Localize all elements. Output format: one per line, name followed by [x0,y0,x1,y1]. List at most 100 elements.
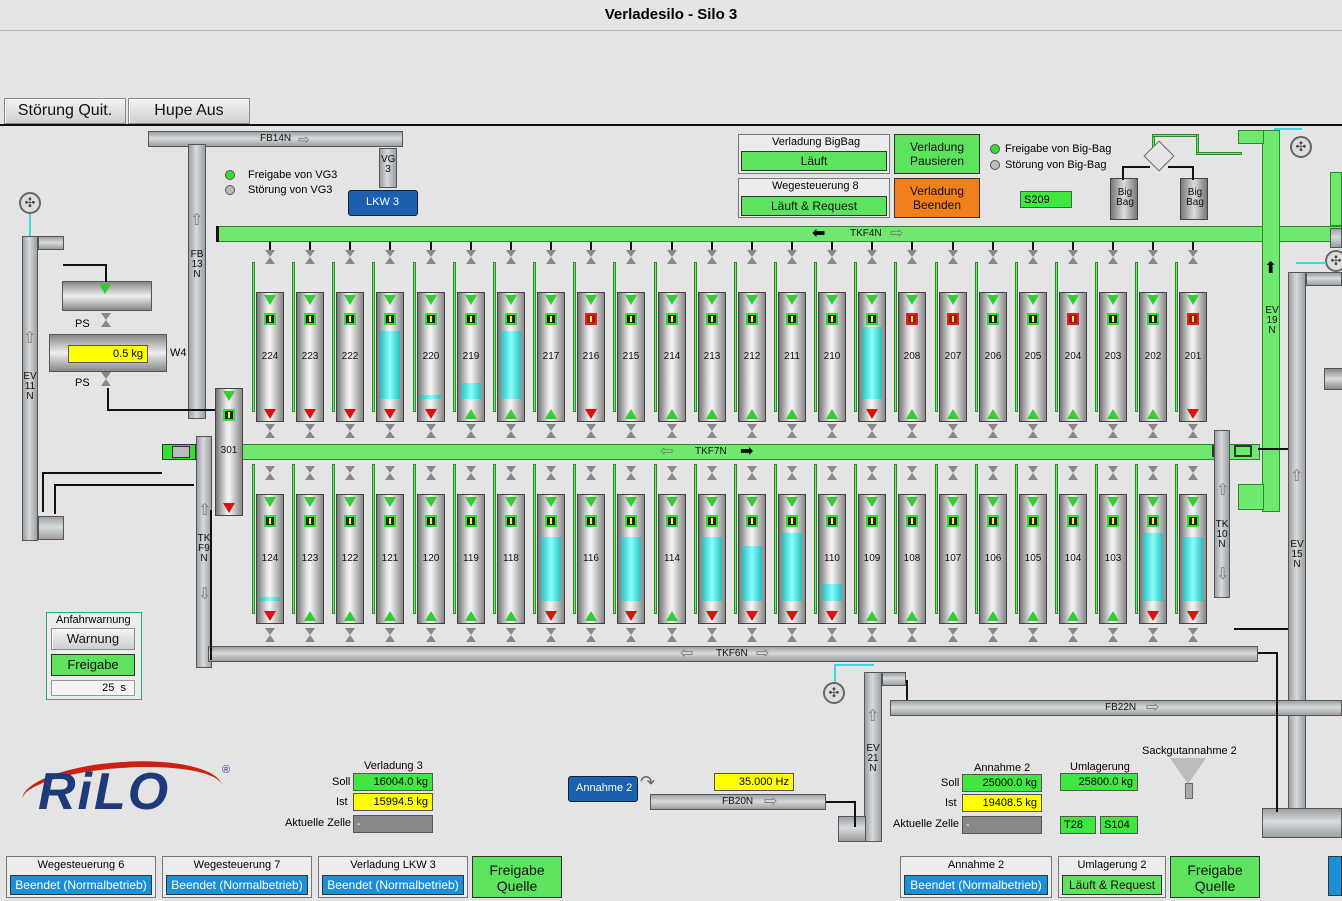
silo-outlet-valve[interactable] [907,628,917,642]
silo-inlet-valve[interactable] [1108,250,1118,264]
silo-123[interactable]: 123 [296,494,324,624]
silo-inlet-valve[interactable] [1028,466,1038,480]
silo-outlet-valve[interactable] [586,424,596,438]
silo-103[interactable]: 103 [1099,494,1127,624]
silo-outlet-valve[interactable] [305,628,315,642]
footer-release-source-right[interactable]: Freigabe Quelle [1170,856,1260,898]
silo-inlet-valve[interactable] [506,250,516,264]
silo-inlet-valve[interactable] [667,250,677,264]
silo-inlet-valve[interactable] [265,466,275,480]
silo-inlet-valve[interactable] [265,250,275,264]
conveyor-motor[interactable] [1234,445,1252,457]
silo-inlet-valve[interactable] [546,250,556,264]
silo-inlet-valve[interactable] [787,250,797,264]
silo-outlet-valve[interactable] [305,424,315,438]
silo-111[interactable]: 111 [778,494,806,624]
silo-inlet-valve[interactable] [867,250,877,264]
silo-inlet-valve[interactable] [305,250,315,264]
silo-outlet-valve[interactable] [265,628,275,642]
silo-inlet-valve[interactable] [1108,466,1118,480]
silo-207[interactable]: 207 [939,292,967,422]
conveyor-tkf4n[interactable] [218,226,1342,242]
acknowledge-fault-button[interactable]: Störung Quit. [4,98,126,124]
route8-status[interactable]: Läuft & Request [741,196,887,216]
silo-110[interactable]: 110 [818,494,846,624]
silo-outlet-valve[interactable] [1068,628,1078,642]
silo-113[interactable]: 113 [698,494,726,624]
silo-outlet-valve[interactable] [385,424,395,438]
silo-inlet-valve[interactable] [787,466,797,480]
silo-inlet-valve[interactable] [1188,466,1198,480]
scale-outlet-valve[interactable] [101,372,111,386]
silo-inlet-valve[interactable] [907,250,917,264]
silo-220[interactable]: 220 [417,292,445,422]
silo-122[interactable]: 122 [336,494,364,624]
funnel-icon[interactable] [1170,758,1206,784]
silo-inlet-valve[interactable] [747,250,757,264]
horn-off-button[interactable]: Hupe Aus [128,98,250,124]
silo-inlet-valve[interactable] [827,250,837,264]
silo-206[interactable]: 206 [979,292,1007,422]
silo-121[interactable]: 121 [376,494,404,624]
silo-outlet-valve[interactable] [506,424,516,438]
fan-icon[interactable]: ✣ [19,192,41,214]
fan-icon[interactable]: ✣ [1290,136,1312,158]
release-button[interactable]: Freigabe [51,654,135,676]
motor-icon[interactable] [1324,368,1342,390]
silo-outlet-valve[interactable] [345,628,355,642]
silo-inlet-valve[interactable] [586,466,596,480]
scale-inlet-valve[interactable] [101,313,111,327]
silo-outlet-valve[interactable] [1068,424,1078,438]
silo-210[interactable]: 210 [818,292,846,422]
silo-inlet-valve[interactable] [1148,466,1158,480]
silo-211[interactable]: 211 [778,292,806,422]
silo-outlet-valve[interactable] [667,424,677,438]
footer-panel-status[interactable]: Läuft & Request [1062,875,1162,895]
silo-inlet-valve[interactable] [907,466,917,480]
silo-117[interactable]: 117 [537,494,565,624]
silo-201[interactable]: 201 [1179,292,1207,422]
silo-213[interactable]: 213 [698,292,726,422]
silo-114[interactable]: 114 [658,494,686,624]
silo-inlet-valve[interactable] [426,466,436,480]
silo-115[interactable]: 115 [617,494,645,624]
silo-104[interactable]: 104 [1059,494,1087,624]
silo-inlet-valve[interactable] [1188,250,1198,264]
silo-301[interactable]: 301 [215,388,243,516]
silo-outlet-valve[interactable] [345,424,355,438]
silo-outlet-valve[interactable] [707,628,717,642]
silo-inlet-valve[interactable] [466,466,476,480]
silo-outlet-valve[interactable] [907,424,917,438]
silo-outlet-valve[interactable] [747,628,757,642]
silo-inlet-valve[interactable] [546,466,556,480]
silo-inlet-valve[interactable] [506,466,516,480]
silo-outlet-valve[interactable] [1188,628,1198,642]
silo-outlet-valve[interactable] [506,628,516,642]
silo-215[interactable]: 215 [617,292,645,422]
silo-208[interactable]: 208 [898,292,926,422]
silo-209[interactable]: 209 [858,292,886,422]
silo-101[interactable]: 101 [1179,494,1207,624]
silo-216[interactable]: 216 [577,292,605,422]
silo-outlet-valve[interactable] [626,424,636,438]
silo-inlet-valve[interactable] [988,250,998,264]
silo-205[interactable]: 205 [1019,292,1047,422]
silo-124[interactable]: 124 [256,494,284,624]
silo-203[interactable]: 203 [1099,292,1127,422]
silo-inlet-valve[interactable] [385,250,395,264]
silo-219[interactable]: 219 [457,292,485,422]
silo-inlet-valve[interactable] [1028,250,1038,264]
silo-outlet-valve[interactable] [626,628,636,642]
footer-panel-status[interactable]: Beendet (Normalbetrieb) [10,875,152,895]
silo-202[interactable]: 202 [1139,292,1167,422]
silo-102[interactable]: 102 [1139,494,1167,624]
silo-inlet-valve[interactable] [827,466,837,480]
silo-inlet-valve[interactable] [385,466,395,480]
fan-icon[interactable]: ✣ [823,682,845,704]
footer-panel-status[interactable]: Beendet (Normalbetrieb) [322,875,464,895]
silo-outlet-valve[interactable] [466,424,476,438]
silo-inlet-valve[interactable] [988,466,998,480]
fan-icon[interactable]: ✣ [1325,250,1342,272]
silo-outlet-valve[interactable] [827,424,837,438]
silo-inlet-valve[interactable] [466,250,476,264]
